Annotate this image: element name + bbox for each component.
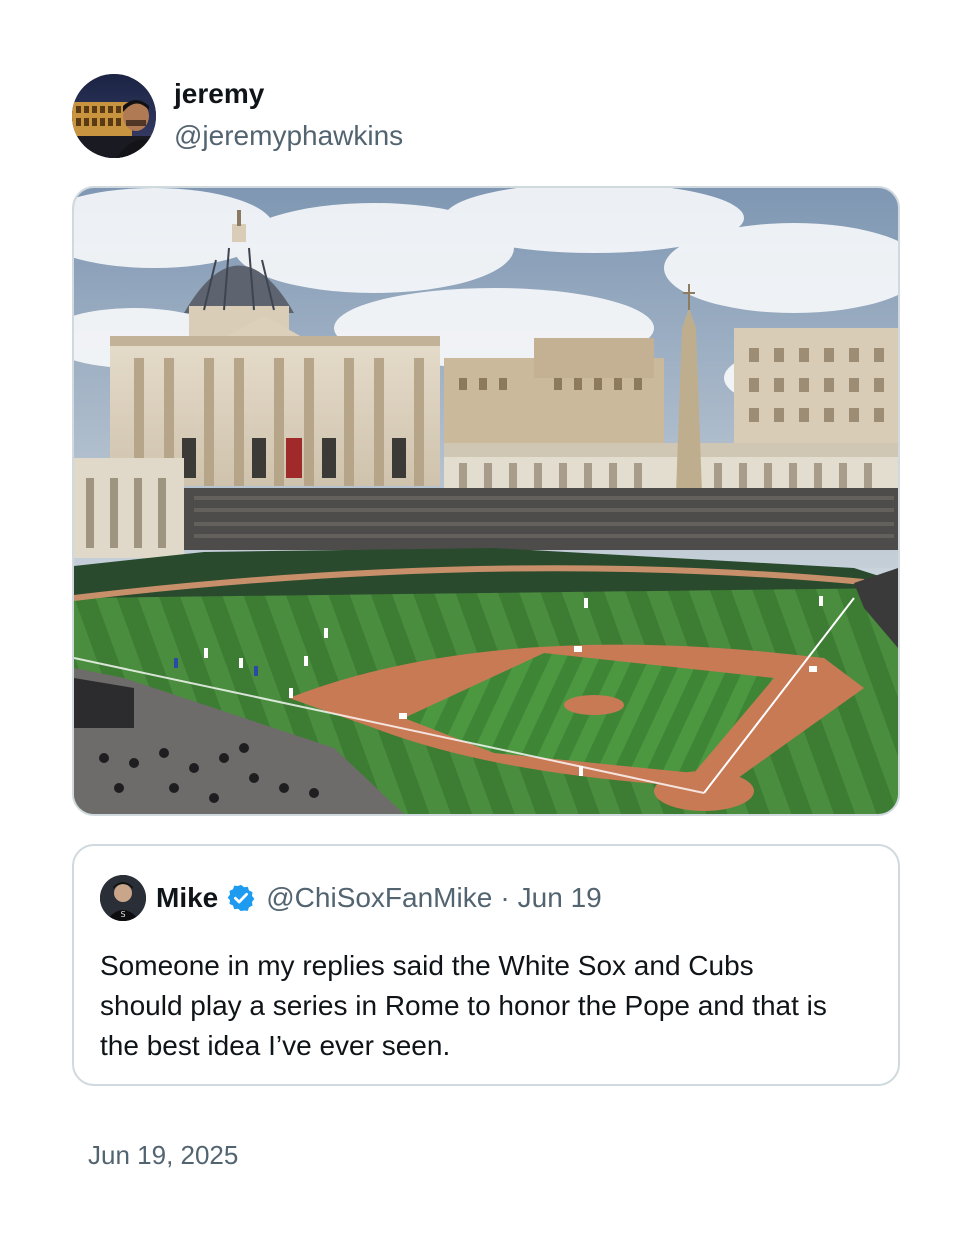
author-display-name[interactable]: jeremy (174, 77, 403, 111)
tweet-timestamp[interactable]: Jun 19, 2025 (88, 1138, 238, 1172)
quoted-author-avatar[interactable]: S (100, 875, 146, 921)
quoted-tweet-date[interactable]: Jun 19 (518, 881, 602, 915)
tweet-photo[interactable] (72, 186, 900, 816)
quoted-tweet-text: Someone in my replies said the White Sox… (100, 950, 827, 1061)
separator-dot: · (500, 882, 510, 913)
quoted-tweet[interactable]: S Mike @ChiSoxFanMike · Jun 19 Someone i… (72, 844, 900, 1086)
author-avatar[interactable] (72, 74, 156, 158)
verified-badge-icon (226, 883, 256, 913)
quoted-author-name[interactable]: Mike (156, 881, 218, 915)
author-handle[interactable]: @jeremyphawkins (174, 117, 403, 155)
tweet-author[interactable]: jeremy @jeremyphawkins (72, 74, 403, 158)
quoted-author-handle[interactable]: @ChiSoxFanMike (266, 881, 492, 915)
quoted-tweet-header: S Mike @ChiSoxFanMike · Jun 19 (100, 874, 872, 922)
svg-text:S: S (120, 910, 125, 919)
vatican-baseball-field-image (74, 188, 898, 814)
